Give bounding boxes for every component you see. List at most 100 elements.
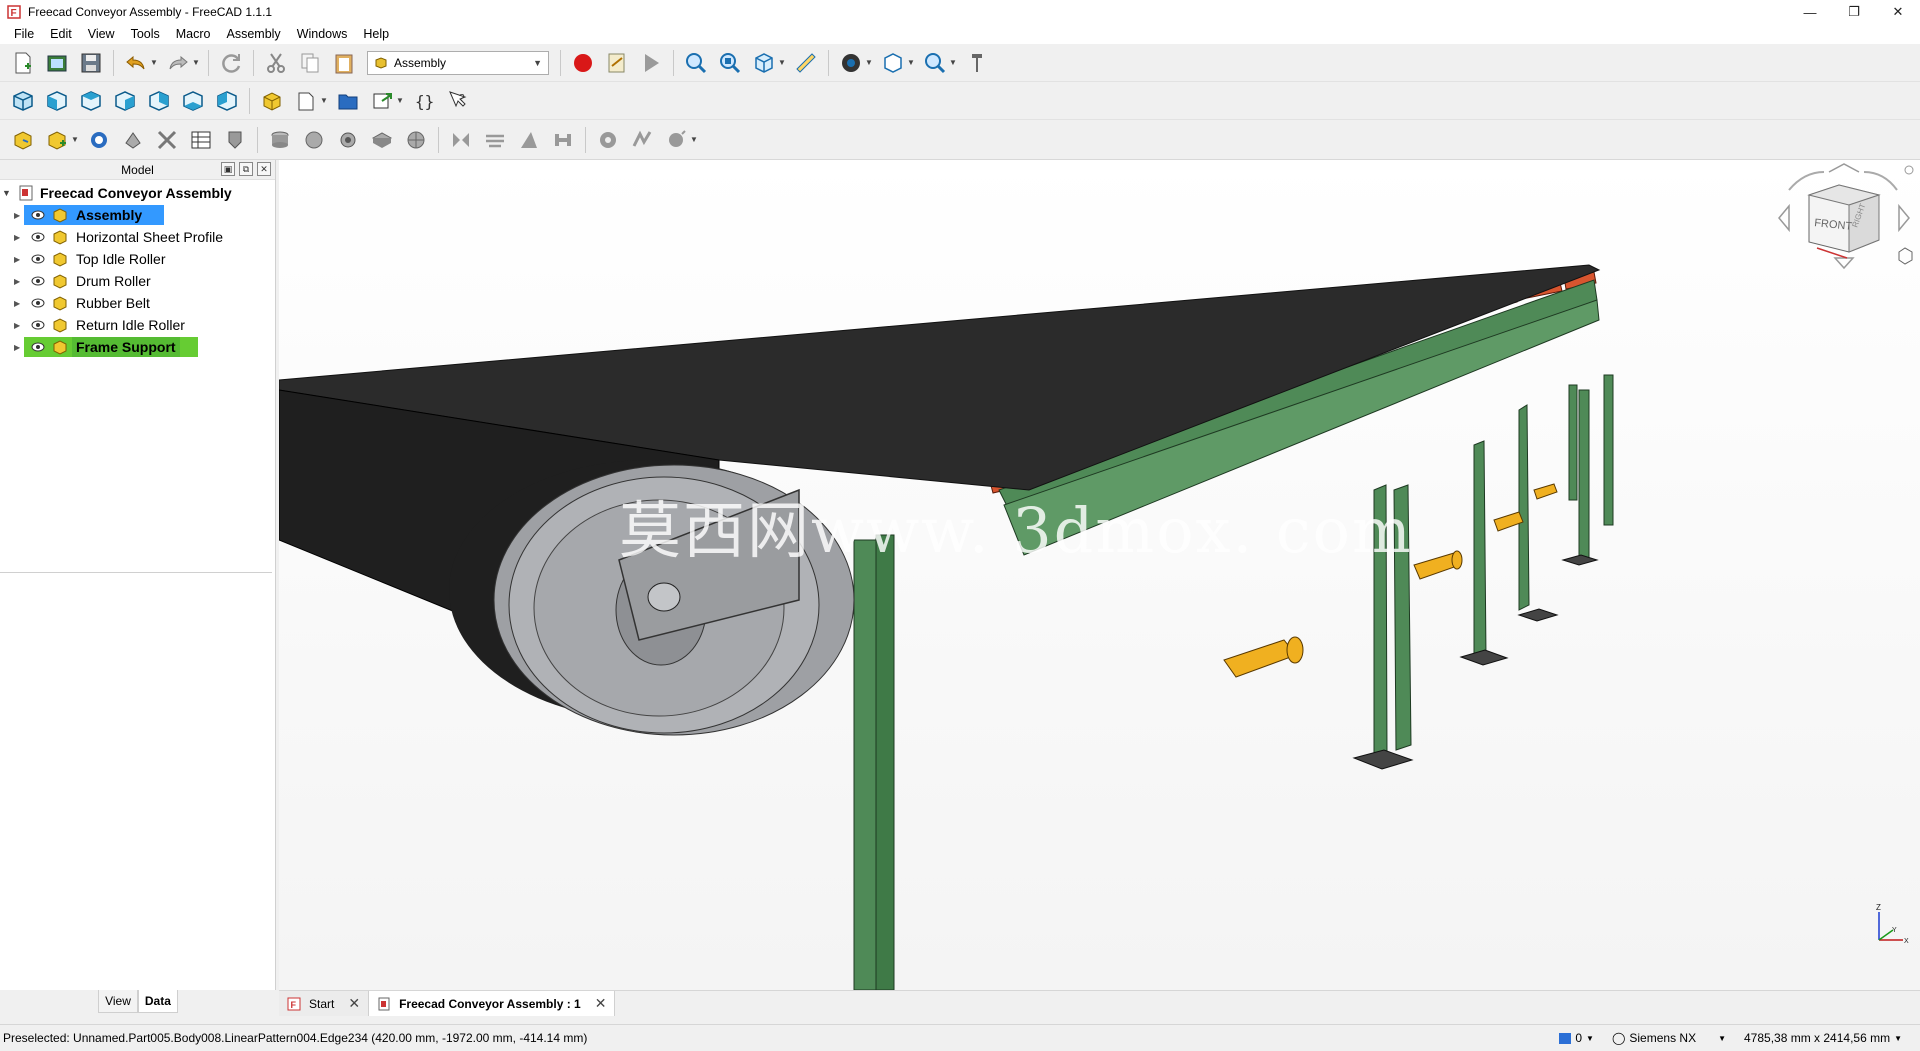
tree-item-return-idle-roller[interactable]: ▶ Return Idle Roller xyxy=(0,314,275,336)
macro-run-icon[interactable] xyxy=(636,48,666,78)
macro-record-icon[interactable] xyxy=(568,48,598,78)
close-tab-icon[interactable]: ✕ xyxy=(348,995,360,1012)
nav-menu-icon[interactable] xyxy=(1904,165,1914,175)
tab-view[interactable]: View xyxy=(98,990,138,1013)
simulation-icon[interactable] xyxy=(627,125,657,155)
expand-arrow-icon[interactable]: ▶ xyxy=(14,255,24,264)
joint-perpendicular-icon[interactable] xyxy=(480,125,510,155)
nav-up-arrow-icon[interactable] xyxy=(1828,163,1860,173)
redo-dropdown-icon[interactable]: ▼ xyxy=(191,48,201,78)
menu-view[interactable]: View xyxy=(80,24,123,44)
part-icon[interactable] xyxy=(257,86,287,116)
joint-distance-icon[interactable] xyxy=(401,125,431,155)
link-dropdown-icon[interactable]: ▼ xyxy=(395,86,405,116)
group-icon[interactable] xyxy=(333,86,363,116)
nav-left-arrow-icon[interactable] xyxy=(1778,203,1790,233)
visibility-eye-icon[interactable] xyxy=(30,231,46,243)
joint-revolute-icon[interactable] xyxy=(265,125,295,155)
nav-iso-view-icon[interactable] xyxy=(1898,247,1913,265)
conveyor-model[interactable] xyxy=(279,160,1920,990)
variable-set-icon[interactable]: {} xyxy=(409,86,439,116)
menu-macro[interactable]: Macro xyxy=(168,24,219,44)
navigation-cube[interactable]: FRONT RIGHT xyxy=(1769,160,1919,300)
zoom-dropdown-icon[interactable]: ▼ xyxy=(948,48,958,78)
tree-item-top-idle-roller[interactable]: ▶ Top Idle Roller xyxy=(0,248,275,270)
redo-icon[interactable] xyxy=(163,48,193,78)
nav-rotate-right-icon[interactable] xyxy=(1863,171,1898,191)
undo-icon[interactable] xyxy=(121,48,151,78)
motion-dropdown-icon[interactable]: ▼ xyxy=(689,125,699,155)
visibility-eye-icon[interactable] xyxy=(30,275,46,287)
notifications-area[interactable]: 0 ▼ xyxy=(1559,1031,1594,1045)
link-icon[interactable] xyxy=(367,86,397,116)
visibility-eye-icon[interactable] xyxy=(30,209,46,221)
draw-style-dropdown-icon[interactable]: ▼ xyxy=(864,48,874,78)
menu-windows[interactable]: Windows xyxy=(289,24,356,44)
save-icon[interactable] xyxy=(76,48,106,78)
nav-cube-body[interactable]: FRONT RIGHT xyxy=(1807,184,1881,253)
explode-icon[interactable] xyxy=(152,125,182,155)
help-icon[interactable]: ? xyxy=(443,86,473,116)
menu-help[interactable]: Help xyxy=(355,24,397,44)
visibility-eye-icon[interactable] xyxy=(30,319,46,331)
panel-close-icon[interactable]: ✕ xyxy=(257,162,271,176)
view-top-icon[interactable] xyxy=(76,86,106,116)
ground-icon[interactable] xyxy=(220,125,250,155)
draw-style-icon[interactable] xyxy=(836,48,866,78)
menu-file[interactable]: File xyxy=(6,24,42,44)
view-rear-icon[interactable] xyxy=(144,86,174,116)
expand-arrow-icon[interactable]: ▶ xyxy=(14,233,24,242)
zoom-icon[interactable] xyxy=(920,48,950,78)
std-view-box-icon[interactable] xyxy=(878,48,908,78)
navigation-style-selector[interactable]: ◯ Siemens NX ▼ xyxy=(1612,1031,1726,1045)
tab-start[interactable]: F Start ✕ xyxy=(279,991,370,1016)
nav-down-arrow-icon[interactable] xyxy=(1833,257,1855,270)
fit-selection-icon[interactable] xyxy=(715,48,745,78)
visibility-eye-icon[interactable] xyxy=(30,341,46,353)
tree-item-frame-support[interactable]: ▶ Frame Support xyxy=(0,336,275,358)
gears-icon[interactable] xyxy=(548,125,578,155)
bom-icon[interactable] xyxy=(186,125,216,155)
standard-views-icon[interactable] xyxy=(749,48,779,78)
visibility-eye-icon[interactable] xyxy=(30,253,46,265)
paste-icon[interactable] xyxy=(329,48,359,78)
refresh-icon[interactable] xyxy=(216,48,246,78)
joint-ball-icon[interactable] xyxy=(367,125,397,155)
cut-icon[interactable] xyxy=(261,48,291,78)
insert-component-dropdown-icon[interactable]: ▼ xyxy=(70,125,80,155)
expand-arrow-icon[interactable]: ▶ xyxy=(14,277,24,286)
tab-data[interactable]: Data xyxy=(137,990,178,1013)
motion-icon[interactable] xyxy=(661,125,691,155)
nav-right-arrow-icon[interactable] xyxy=(1898,203,1910,233)
macro-edit-icon[interactable] xyxy=(602,48,632,78)
menu-assembly[interactable]: Assembly xyxy=(219,24,289,44)
view-bottom-icon[interactable] xyxy=(178,86,208,116)
joint-parallel-icon[interactable] xyxy=(446,125,476,155)
whats-this-icon[interactable] xyxy=(962,48,992,78)
menu-edit[interactable]: Edit xyxy=(42,24,80,44)
joint-cylindrical-icon[interactable] xyxy=(299,125,329,155)
view-isometric-icon[interactable] xyxy=(8,86,38,116)
undo-dropdown-icon[interactable]: ▼ xyxy=(149,48,159,78)
assembly-new-icon[interactable] xyxy=(8,125,38,155)
restore-button[interactable]: ❐ xyxy=(1832,0,1876,24)
tree-item-horizontal-sheet-profile[interactable]: ▶ Horizontal Sheet Profile xyxy=(0,226,275,248)
fit-all-icon[interactable] xyxy=(681,48,711,78)
insert-component-icon[interactable] xyxy=(42,125,72,155)
view-right-icon[interactable] xyxy=(110,86,140,116)
std-view-box-dropdown-icon[interactable]: ▼ xyxy=(906,48,916,78)
new-document-icon[interactable] xyxy=(8,48,38,78)
expand-arrow-icon[interactable]: ▶ xyxy=(14,321,24,330)
tree-item-assembly[interactable]: ▶ Assembly xyxy=(0,204,275,226)
tree-item-drum-roller[interactable]: ▶ Drum Roller xyxy=(0,270,275,292)
standard-views-dropdown-icon[interactable]: ▼ xyxy=(777,48,787,78)
open-icon[interactable] xyxy=(42,48,72,78)
belt-icon[interactable] xyxy=(593,125,623,155)
panel-float-icon[interactable]: ⧉ xyxy=(239,162,253,176)
close-tab-icon[interactable]: ✕ xyxy=(595,995,607,1012)
nav-rotate-left-icon[interactable] xyxy=(1788,171,1825,191)
visibility-eye-icon[interactable] xyxy=(30,297,46,309)
expand-arrow-icon[interactable]: ▶ xyxy=(14,299,24,308)
minimize-button[interactable]: — xyxy=(1788,0,1832,24)
workbench-selector[interactable]: Assembly ▼ xyxy=(367,50,549,75)
